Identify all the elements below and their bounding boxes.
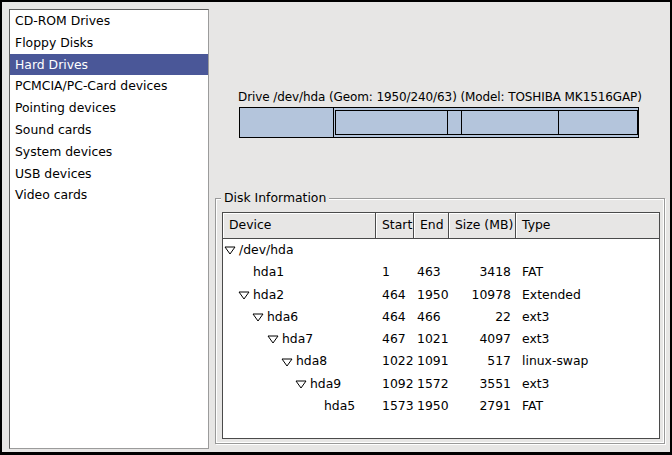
table-row[interactable]: hda9 1092 1572 3551 ext3 [223, 373, 659, 395]
partition-segment-hda9 [462, 111, 559, 134]
disk-information-table: Device Start End Size (MB) Type /dev/hda… [222, 212, 660, 439]
table-row[interactable]: hda6 464 466 22 ext3 [223, 306, 659, 328]
device-name: hda9 [310, 373, 341, 395]
partition-segment-hda7 [336, 111, 448, 134]
expander-open-icon[interactable] [252, 312, 267, 322]
column-header-size[interactable]: Size (MB) [449, 213, 516, 238]
table-row[interactable]: hda7 467 1021 4097 ext3 [223, 328, 659, 350]
partition-segment-hda8 [448, 111, 462, 134]
device-name: hda6 [267, 306, 298, 328]
column-header-end[interactable]: End [414, 213, 449, 238]
partition-segment-hda5 [559, 111, 637, 134]
device-name: hda5 [324, 395, 355, 417]
sidebar-item-floppy-disks[interactable]: Floppy Disks [10, 32, 208, 54]
disk-information-label: Disk Information [221, 190, 329, 205]
column-header-type[interactable]: Type [516, 213, 659, 238]
sidebar-item-sound-cards[interactable]: Sound cards [10, 119, 208, 141]
device-name: /dev/hda [239, 239, 293, 261]
partition-bar [239, 107, 639, 138]
device-name: hda7 [282, 328, 313, 350]
table-row[interactable]: hda8 1022 1091 517 linux-swap [223, 350, 659, 372]
sidebar-item-cdrom-drives[interactable]: CD-ROM Drives [10, 10, 208, 32]
column-header-start[interactable]: Start [376, 213, 414, 238]
table-header: Device Start End Size (MB) Type [223, 213, 659, 239]
table-row[interactable]: hda1 1 463 3418 FAT [223, 261, 659, 283]
sidebar-item-usb-devices[interactable]: USB devices [10, 163, 208, 185]
disk-information-frame: Disk Information Device Start End Size (… [215, 198, 665, 444]
sidebar-item-pcmcia[interactable]: PCMCIA/PC-Card devices [10, 75, 208, 97]
device-name: hda2 [253, 284, 284, 306]
hardware-browser-window: CD-ROM Drives Floppy Disks Hard Drives P… [0, 0, 672, 455]
sidebar-item-hard-drives[interactable]: Hard Drives [10, 54, 208, 76]
partition-segment-hda1 [240, 108, 334, 137]
column-header-device[interactable]: Device [223, 213, 376, 238]
sidebar-item-pointing-devices[interactable]: Pointing devices [10, 97, 208, 119]
device-category-list: CD-ROM Drives Floppy Disks Hard Drives P… [9, 9, 209, 449]
device-name: hda1 [253, 261, 284, 283]
table-row[interactable]: /dev/hda [223, 239, 659, 261]
expander-open-icon[interactable] [238, 290, 253, 300]
expander-open-icon[interactable] [267, 334, 282, 344]
drive-title: Drive /dev/hda (Geom: 1950/240/63) (Mode… [238, 90, 642, 104]
sidebar-item-video-cards[interactable]: Video cards [10, 184, 208, 206]
partition-segment-extended [335, 110, 638, 135]
table-row[interactable]: hda5 1573 1950 2791 FAT [223, 395, 659, 417]
expander-open-icon[interactable] [295, 379, 310, 389]
device-name: hda8 [296, 350, 327, 372]
sidebar-item-system-devices[interactable]: System devices [10, 141, 208, 163]
expander-open-icon[interactable] [224, 245, 239, 255]
table-row[interactable]: hda2 464 1950 10978 Extended [223, 284, 659, 306]
expander-open-icon[interactable] [281, 357, 296, 367]
